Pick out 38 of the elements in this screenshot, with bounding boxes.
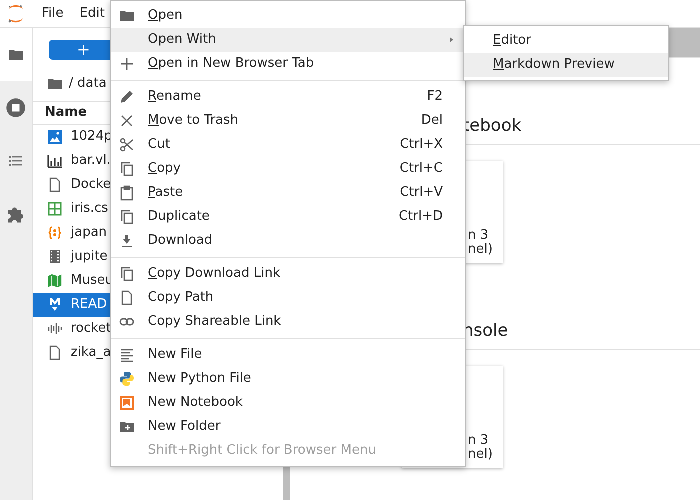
menu-item-label: Cut [148, 136, 170, 154]
file-name: bar.vl. [71, 152, 111, 170]
menu-item-label: Download [148, 232, 213, 250]
file-name: japan [71, 224, 108, 242]
shortcut-text: Ctrl+C [400, 160, 443, 178]
menu-item-label: Open With [148, 31, 216, 50]
menu-item-label: Duplicate [148, 208, 210, 226]
menu-item-label: New Python File [148, 370, 252, 388]
menu-item-label: Open in New Browser Tab [148, 55, 314, 74]
shortcut-text: Ctrl+V [400, 184, 443, 202]
menu-item-label: New Notebook [148, 394, 243, 412]
file-name: Docke [71, 176, 112, 194]
menu-item-label: New File [148, 346, 202, 364]
menu-item-label: New Folder [148, 418, 221, 436]
shortcut-text: F2 [427, 88, 443, 106]
menu-item-label: Copy Download Link [148, 265, 280, 284]
shortcut-text: Ctrl+D [398, 208, 443, 226]
menu-item-label: Move to Trash [148, 112, 239, 130]
shortcut-text: Del [421, 112, 443, 130]
card-label: n 3 [468, 229, 490, 243]
file-name: iris.cs [71, 200, 108, 218]
card-label: nel) [468, 448, 494, 462]
menu-item-label: Copy Shareable Link [148, 313, 282, 332]
menu-item-label: Editor [493, 32, 532, 50]
shortcut-text: Ctrl+X [400, 136, 443, 154]
menu-item-label: Rename [148, 88, 202, 106]
card-label: n 3 [468, 434, 490, 448]
menu-item-label: Shift+Right Click for Browser Menu [148, 442, 376, 460]
file-name: jupite [71, 248, 108, 266]
card-label: nel) [468, 243, 494, 257]
file-name: READ [71, 296, 108, 314]
menu-item-label: Copy Path [148, 289, 214, 308]
menu-item-label: Paste [148, 184, 184, 202]
menu-item-label: Markdown Preview [493, 56, 615, 74]
menu-item-label: Open [148, 7, 183, 26]
menu-item-label: Copy [148, 160, 181, 178]
file-name: rocket [71, 320, 112, 338]
file-name: zika_a [71, 344, 112, 362]
